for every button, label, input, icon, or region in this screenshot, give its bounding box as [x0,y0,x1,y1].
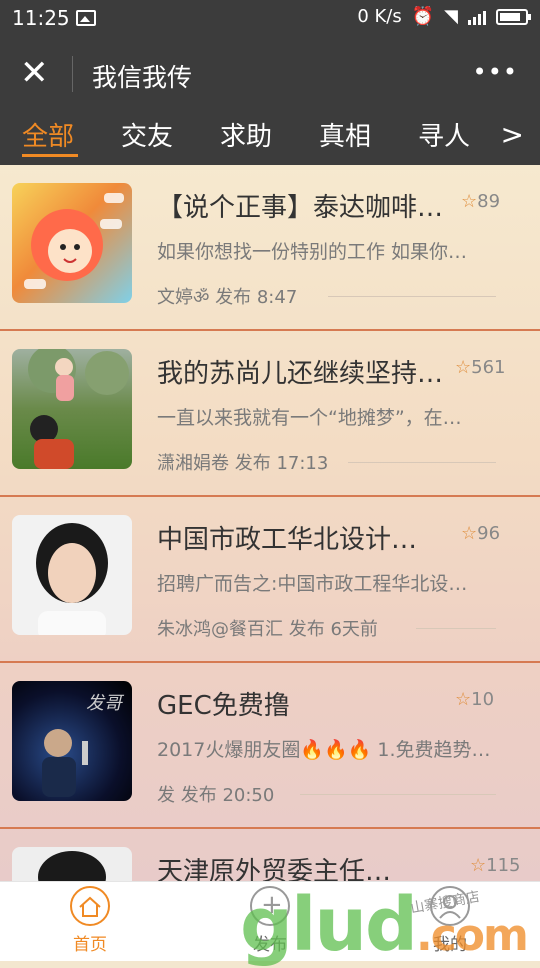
active-tab-indicator [22,154,78,157]
page-title: 我信我传 [92,63,193,92]
plus-glyph: + [261,890,283,920]
star-count: ☆96 [461,523,500,544]
list-item[interactable]: 我的苏尚儿还继续坚持… ☆561 一直以来我就有一个“地摊梦”，在… 潇湘娟卷 … [0,331,540,497]
star-icon: ☆ [470,855,487,876]
signal-icon [468,9,486,25]
person-glyph [439,895,461,919]
post-meta: 潇湘娟卷 发布 17:13 [157,453,329,474]
post-title: 中国市政工华北设计… [157,525,418,555]
family-photo-image [28,349,129,469]
image-notification-icon [76,10,96,26]
tab-find-people[interactable]: 寻人 [418,116,470,153]
tab-all[interactable]: 全部 [22,116,74,153]
nav-publish[interactable]: + 发布 [225,886,315,955]
post-thumbnail [12,349,132,469]
list-item[interactable]: 天津原外贸委主任… ☆115 [0,829,540,881]
star-icon: ☆ [461,523,478,544]
divider [416,628,496,629]
star-count-value: 561 [471,357,506,378]
chevron-right-icon[interactable]: > [501,118,524,151]
star-count: ☆10 [455,689,494,710]
post-snippet: 如果你想找一份特别的工作 如果你… [157,241,468,263]
divider [348,462,496,463]
thumbnail-caption: 发哥 [86,693,122,714]
nav-me[interactable]: 我的 [405,886,495,955]
list-item[interactable]: 【说个正事】泰达咖啡… ☆89 如果你想找一份特别的工作 如果你… 文婷ॐ 发布… [0,165,540,331]
star-count: ☆89 [461,191,500,212]
list-item[interactable]: 中国市政工华北设计… ☆96 招聘广而告之:中国市政工程华北设… 朱冰鸿@餐百汇… [0,497,540,663]
wifi-icon: ◥ [444,6,458,27]
post-meta: 发 发布 20:50 [157,785,275,806]
post-title: 【说个正事】泰达咖啡… [157,193,444,223]
tab-truth[interactable]: 真相 [319,116,371,153]
nav-publish-label: 发布 [253,935,287,955]
bottom-nav: 首页 + 发布 我的 [0,881,540,961]
post-title: 天津原外贸委主任… [157,857,392,881]
post-thumbnail [12,847,132,881]
category-tabs: 全部 交友 求助 真相 寻人 > [0,110,540,165]
nav-me-label: 我的 [433,935,467,955]
status-indicators: 0 K/s ⏰ ◥ [357,6,531,27]
nav-home[interactable]: 首页 [45,886,135,955]
star-count-value: 89 [477,191,501,212]
list-item[interactable]: 发哥 GEC免费撸 ☆10 2017火爆朋友圈🔥🔥🔥 1.免费趋势… 发 发布 … [0,663,540,829]
post-title: GEC免费撸 [157,691,290,721]
post-thumbnail [12,183,132,303]
post-snippet: 2017火爆朋友圈🔥🔥🔥 1.免费趋势… [157,739,491,761]
star-icon: ☆ [461,191,478,212]
portrait-photo-image [36,523,108,635]
divider [328,296,496,297]
post-thumbnail: 发哥 [12,681,132,801]
title-bar: ✕ 我信我传 ••• [0,38,540,110]
star-count-value: 96 [477,523,501,544]
more-options-icon[interactable]: ••• [473,58,518,86]
home-icon [70,886,110,926]
star-icon: ☆ [455,689,472,710]
post-thumbnail [12,515,132,635]
nav-home-label: 首页 [73,935,107,955]
star-count: ☆561 [455,357,506,378]
close-icon[interactable]: ✕ [20,56,49,90]
net-speed: 0 K/s [357,6,402,27]
post-title: 我的苏尚儿还继续坚持… [157,359,444,389]
house-glyph [79,896,101,917]
post-meta: 朱冰鸿@餐百汇 发布 6天前 [157,619,378,640]
star-count-value: 10 [471,689,495,710]
tab-help[interactable]: 求助 [220,116,272,153]
star-icon: ☆ [455,357,472,378]
portrait-photo-image [38,851,106,881]
post-snippet: 一直以来我就有一个“地摊梦”，在… [157,407,462,429]
post-snippet: 招聘广而告之:中国市政工程华北设… [157,573,468,595]
battery-icon [496,8,531,25]
post-meta: 文婷ॐ 发布 8:47 [157,287,298,308]
alarm-icon: ⏰ [411,6,435,27]
status-bar: 11:25 0 K/s ⏰ ◥ [0,0,540,38]
tab-friends[interactable]: 交友 [121,116,173,153]
status-time: 11:25 [12,6,70,30]
post-feed[interactable]: 【说个正事】泰达咖啡… ☆89 如果你想找一份特别的工作 如果你… 文婷ॐ 发布… [0,165,540,881]
cartoon-girl-image [24,193,124,289]
star-count-value: 115 [486,855,521,876]
divider [300,794,496,795]
title-divider [72,56,73,92]
plus-icon: + [250,886,290,926]
star-count: ☆115 [470,855,521,876]
user-icon [430,886,470,926]
